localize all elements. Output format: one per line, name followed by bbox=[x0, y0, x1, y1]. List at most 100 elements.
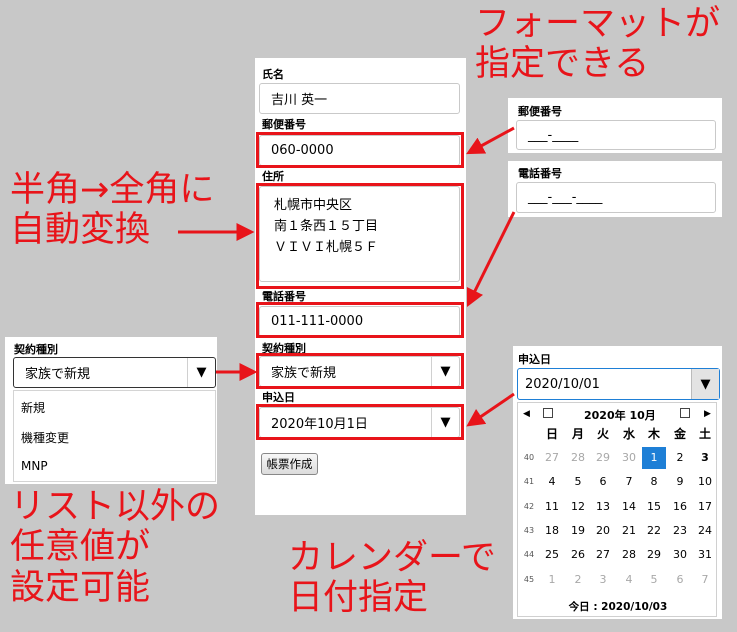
calendar-day[interactable]: 30 bbox=[617, 447, 641, 469]
calendar-day[interactable]: 18 bbox=[540, 520, 564, 542]
calendar-day[interactable]: 12 bbox=[566, 496, 590, 518]
calendar-day[interactable]: 28 bbox=[566, 447, 590, 469]
calendar-day[interactable]: 9 bbox=[668, 471, 692, 493]
phone-format-panel: 電話番号 ___-___-____ bbox=[508, 161, 722, 217]
calendar-day[interactable]: 3 bbox=[591, 569, 615, 591]
calendar-day[interactable]: 5 bbox=[642, 569, 666, 591]
calendar-day[interactable]: 17 bbox=[693, 496, 717, 518]
calendar-day[interactable]: 2 bbox=[566, 569, 590, 591]
postal-field[interactable]: 060-0000 bbox=[259, 135, 460, 166]
phone-value: 011-111-0000 bbox=[271, 314, 364, 329]
contract-option-list: 新規 機種変更 MNP bbox=[13, 390, 216, 482]
calendar-day[interactable]: 24 bbox=[693, 520, 717, 542]
calendar-day[interactable]: 5 bbox=[566, 471, 590, 493]
apply-date-value: 2020年10月1日 bbox=[271, 417, 368, 432]
calendar-day[interactable]: 19 bbox=[566, 520, 590, 542]
next-month-icon[interactable]: ▶ bbox=[704, 409, 711, 419]
chevron-down-icon[interactable]: ▼ bbox=[187, 358, 215, 387]
weekday-header: 火 bbox=[596, 427, 609, 441]
create-report-button[interactable]: 帳票作成 bbox=[261, 453, 318, 475]
calendar-day[interactable]: 1 bbox=[642, 447, 666, 469]
name-label: 氏名 bbox=[262, 68, 284, 81]
callout-format: フォーマットが 指定できる bbox=[475, 4, 720, 85]
callout-convert-line2: 自動変換 bbox=[10, 210, 151, 251]
weekday-header: 土 bbox=[698, 427, 711, 441]
contract-option[interactable]: 新規 bbox=[21, 399, 45, 416]
prev-month-icon[interactable]: ◀ bbox=[523, 409, 530, 419]
calendar-day[interactable]: 14 bbox=[617, 496, 641, 518]
calendar-day[interactable]: 10 bbox=[693, 471, 717, 493]
calendar-day[interactable]: 7 bbox=[617, 471, 641, 493]
expand-icon[interactable] bbox=[680, 408, 690, 418]
calendar-day[interactable]: 8 bbox=[642, 471, 666, 493]
calendar-day[interactable]: 2 bbox=[668, 447, 692, 469]
calendar-day[interactable]: 27 bbox=[540, 447, 564, 469]
callout-list-line1: リスト以外の bbox=[10, 487, 221, 527]
contract-option[interactable]: 機種変更 bbox=[21, 429, 69, 446]
calendar-day[interactable]: 22 bbox=[642, 520, 666, 542]
callout-format-line2: 指定できる bbox=[475, 44, 650, 85]
calendar-month-title[interactable]: 2020年 10月 bbox=[584, 407, 656, 423]
postal-masked-input[interactable]: ___-____ bbox=[516, 120, 716, 150]
calendar-day[interactable]: 29 bbox=[642, 544, 666, 566]
phone-label: 電話番号 bbox=[262, 290, 306, 303]
contract-panel-label: 契約種別 bbox=[14, 343, 58, 356]
contract-option[interactable]: MNP bbox=[21, 459, 48, 473]
postal-panel-label: 郵便番号 bbox=[518, 105, 562, 118]
calendar-day[interactable]: 1 bbox=[540, 569, 564, 591]
phone-field[interactable]: 011-111-0000 bbox=[259, 306, 460, 337]
name-value: 吉川 英一 bbox=[271, 93, 328, 108]
collapse-icon[interactable] bbox=[543, 408, 553, 418]
apply-date-picker[interactable]: 2020年10月1日 ▼ bbox=[259, 407, 460, 438]
calendar-day[interactable]: 27 bbox=[591, 544, 615, 566]
calendar-day[interactable]: 11 bbox=[540, 496, 564, 518]
contract-select-value: 家族で新規 bbox=[271, 366, 337, 381]
chevron-down-icon[interactable]: ▼ bbox=[431, 357, 459, 386]
calendar-date-input[interactable]: 2020/10/01 ▼ bbox=[517, 368, 720, 400]
calendar-day[interactable]: 20 bbox=[591, 520, 615, 542]
address-line-3: ＶＩＶＩ札幌５Ｆ bbox=[274, 240, 379, 255]
callout-format-line1: フォーマットが bbox=[475, 4, 721, 44]
contract-label: 契約種別 bbox=[262, 342, 306, 355]
arrow-to-phone bbox=[466, 211, 516, 308]
calendar-day[interactable]: 26 bbox=[566, 544, 590, 566]
weekday-header: 日 bbox=[545, 427, 558, 441]
contract-select[interactable]: 家族で新規 ▼ bbox=[259, 356, 460, 387]
calendar-day[interactable]: 30 bbox=[668, 544, 692, 566]
address-textarea[interactable]: 札幌市中央区 南１条西１５丁目 ＶＩＶＩ札幌５Ｆ bbox=[259, 186, 460, 282]
calendar-day[interactable]: 6 bbox=[668, 569, 692, 591]
calendar-day[interactable]: 21 bbox=[617, 520, 641, 542]
contract-panel-value: 家族で新規 bbox=[25, 367, 91, 382]
calendar-day[interactable]: 25 bbox=[540, 544, 564, 566]
callout-list: リスト以外の 任意値が 設定可能 bbox=[10, 487, 220, 608]
calendar-day[interactable]: 4 bbox=[617, 569, 641, 591]
callout-list-line3: 設定可能 bbox=[10, 567, 151, 608]
calendar-day[interactable]: 31 bbox=[693, 544, 717, 566]
calendar-day[interactable]: 23 bbox=[668, 520, 692, 542]
calendar-day[interactable]: 15 bbox=[642, 496, 666, 518]
chevron-down-icon[interactable]: ▼ bbox=[431, 408, 459, 437]
callout-calendar: カレンダーで 日付指定 bbox=[288, 538, 496, 619]
chevron-down-icon[interactable]: ▼ bbox=[691, 369, 719, 399]
calendar-day[interactable]: 28 bbox=[617, 544, 641, 566]
phone-masked-input[interactable]: ___-___-____ bbox=[516, 182, 716, 213]
calendar-day[interactable]: 13 bbox=[591, 496, 615, 518]
postal-label: 郵便番号 bbox=[262, 118, 306, 131]
weekday-header: 木 bbox=[647, 427, 660, 441]
contract-panel-select[interactable]: 家族で新規 ▼ bbox=[13, 357, 216, 388]
calendar-day[interactable]: 29 bbox=[591, 447, 615, 469]
week-number: 42 bbox=[523, 501, 535, 511]
calendar-panel: 申込日 2020/10/01 ▼ ◀ 2020年 10月 ▶ 日月火水木金土 40… bbox=[513, 346, 722, 619]
calendar-day[interactable]: 4 bbox=[540, 471, 564, 493]
postal-format-panel: 郵便番号 ___-____ bbox=[508, 98, 722, 153]
calendar-today[interactable]: 今日 : 2020/10/03 bbox=[518, 599, 718, 614]
callout-calendar-line2: 日付指定 bbox=[288, 578, 429, 619]
calendar-day[interactable]: 6 bbox=[591, 471, 615, 493]
calendar-day[interactable]: 3 bbox=[693, 447, 717, 469]
calendar-day[interactable]: 7 bbox=[693, 569, 717, 591]
calendar-grid: 日月火水木金土 40 27 28 29 30 1 2 3 41 4 5 6 7 8 9 10 42 11 12 13 14… bbox=[518, 423, 718, 593]
calendar-day[interactable]: 16 bbox=[668, 496, 692, 518]
address-label: 住所 bbox=[262, 170, 284, 183]
name-field[interactable]: 吉川 英一 bbox=[259, 83, 460, 114]
callout-convert-line1: 半角→全角に bbox=[10, 170, 215, 210]
